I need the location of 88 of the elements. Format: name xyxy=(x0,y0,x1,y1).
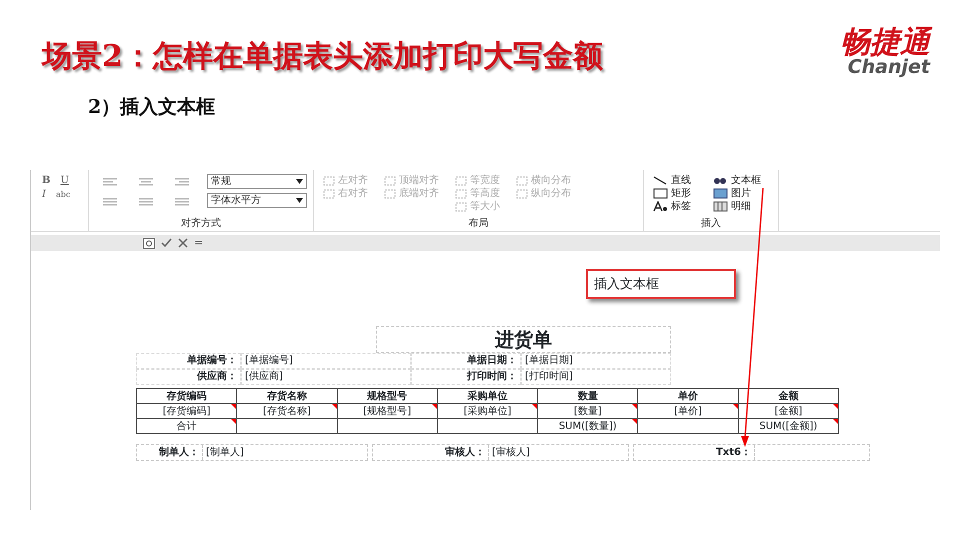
table-cell: [存货编码] xyxy=(162,406,211,416)
align-icon xyxy=(103,196,119,208)
group-label: 插入 xyxy=(700,218,722,231)
table-cell: SUM([数量]) xyxy=(558,420,617,432)
column-header: 单价 xyxy=(638,388,738,404)
field-label: 打印时间： xyxy=(411,369,521,385)
field-value: [供应商] xyxy=(241,369,411,385)
check-icon xyxy=(161,238,172,248)
corner-marker-icon xyxy=(332,404,337,409)
layout-icon xyxy=(516,188,528,198)
corner-marker-icon xyxy=(632,404,638,409)
align-icon xyxy=(175,176,191,188)
corner-marker-icon xyxy=(231,419,236,424)
column-header: 规格型号 xyxy=(337,388,438,404)
column-header: 金额 xyxy=(738,388,838,404)
corner-marker-icon xyxy=(732,404,738,409)
field-label: Txt6： xyxy=(714,446,752,460)
field-label: 审核人： xyxy=(444,445,486,460)
corner-marker-icon xyxy=(833,404,838,409)
table-cell: [单价] xyxy=(674,406,702,416)
column-header: 存货编码 xyxy=(136,388,237,404)
table-cell: [金额] xyxy=(774,406,802,416)
form-title: 进货单 xyxy=(376,326,671,353)
font-style-button[interactable]: I xyxy=(37,188,51,202)
layout-icon xyxy=(455,188,467,198)
caret-icon xyxy=(296,198,303,203)
table-cell: 合计 xyxy=(176,420,197,432)
insert-button[interactable]: 直线 xyxy=(650,174,702,187)
logo-latin-text: Chanjet xyxy=(848,58,930,77)
field-value: [单据编号] xyxy=(241,353,411,369)
equals-sign: = xyxy=(194,234,204,251)
corner-marker-icon xyxy=(231,404,236,409)
insert-button[interactable]: 矩形 xyxy=(650,187,702,200)
align-icon xyxy=(175,196,191,208)
corner-marker-icon xyxy=(532,404,538,409)
table-icon xyxy=(713,201,728,212)
insert-button[interactable]: 标签 xyxy=(650,200,702,213)
slide-title: 场景2：怎样在单据表头添加打印大写金额 xyxy=(42,38,603,76)
close-icon xyxy=(178,238,188,248)
slide-subtitle: 2）插入文本框 xyxy=(88,95,216,120)
rectangle-icon xyxy=(653,188,668,199)
group-label: 对齐方式 xyxy=(180,218,222,231)
table-cell: [规格型号] xyxy=(363,406,412,416)
layout-icon xyxy=(516,176,528,186)
layout-icon xyxy=(323,176,335,186)
layout-icon xyxy=(323,188,335,198)
field-value: [制单人] xyxy=(202,445,367,460)
layout-icon xyxy=(384,188,396,198)
table-cell: [采购单位] xyxy=(464,406,512,416)
text-style-icon xyxy=(653,201,668,212)
align-icon xyxy=(139,196,155,208)
insert-button[interactable]: 明细 xyxy=(710,200,772,213)
insert-button[interactable]: 图片 xyxy=(710,187,772,200)
picture-icon xyxy=(713,188,728,199)
corner-marker-icon xyxy=(632,419,638,424)
insert-button[interactable]: 文本框 xyxy=(710,174,772,187)
column-header: 采购单位 xyxy=(437,388,538,404)
logo-text: 畅捷通 xyxy=(840,28,930,58)
align-icon xyxy=(139,176,155,188)
field-label: 供应商： xyxy=(136,369,241,385)
callout-text: 插入文本框 xyxy=(586,269,736,299)
font-style-button[interactable]: B xyxy=(37,174,56,188)
group-label: 布局 xyxy=(468,218,490,231)
layout-icon xyxy=(455,202,467,212)
layout-icon xyxy=(384,176,396,186)
dropdown[interactable]: 常规 xyxy=(207,174,307,189)
field-label: 单据编号： xyxy=(136,353,241,369)
corner-marker-icon xyxy=(833,419,838,424)
dropdown[interactable]: 字体水平方 xyxy=(207,193,307,208)
table-cell: [存货名称] xyxy=(263,406,311,416)
field-label: 单据日期： xyxy=(411,353,521,369)
column-header: 数量 xyxy=(538,388,638,404)
font-style-button[interactable]: U xyxy=(55,174,74,188)
field-value: [打印时间] xyxy=(521,369,671,385)
table-cell: SUM([金额]) xyxy=(759,420,818,432)
field-value: [审核人] xyxy=(488,445,628,460)
table-cell: [数量] xyxy=(574,406,602,416)
font-style-button[interactable]: abc xyxy=(50,188,76,202)
caret-icon xyxy=(296,179,303,184)
corner-marker-icon xyxy=(432,404,437,409)
column-header: 存货名称 xyxy=(236,388,338,404)
dropdown-value: 常规 xyxy=(211,175,231,188)
align-icon xyxy=(103,176,119,188)
dropdown-value: 字体水平方 xyxy=(211,194,261,207)
line-icon xyxy=(653,175,668,186)
field-value: [单据日期] xyxy=(521,353,671,369)
field-label: 制单人： xyxy=(158,446,200,460)
layout-icon xyxy=(455,176,467,186)
